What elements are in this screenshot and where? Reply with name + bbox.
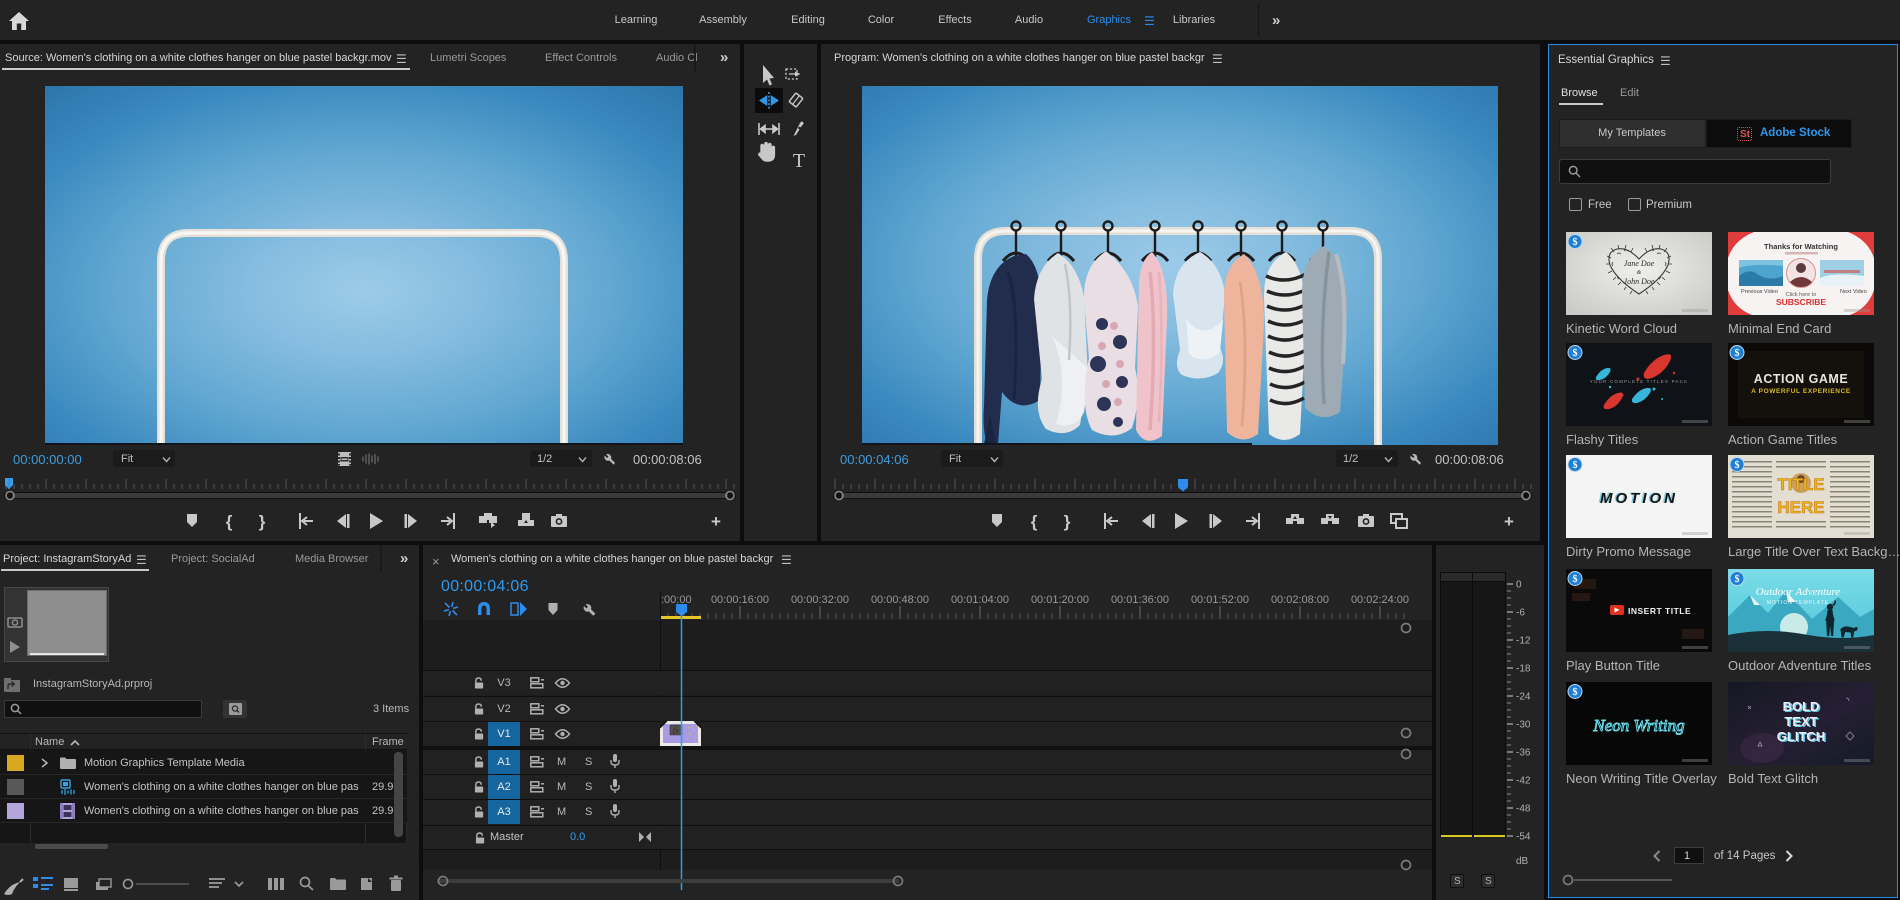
svg-text:SUBSCRIBE: SUBSCRIBE (1776, 297, 1826, 307)
svg-text:{: { (226, 512, 233, 531)
svg-text:00:02:08:00: 00:02:08:00 (1271, 594, 1329, 606)
svg-text:HERE: HERE (1777, 498, 1824, 517)
svg-text:0: 0 (1516, 580, 1522, 591)
svg-text:}: } (259, 512, 266, 531)
svg-text:$: $ (1573, 348, 1578, 359)
svg-text:GLITCH: GLITCH (1777, 729, 1825, 744)
svg-text:-18: -18 (1516, 664, 1531, 675)
svg-text:-36: -36 (1516, 748, 1531, 759)
svg-text:A POWERFUL EXPERIENCE: A POWERFUL EXPERIENCE (1751, 388, 1851, 395)
svg-text:-30: -30 (1516, 720, 1531, 731)
svg-text:$: $ (1735, 348, 1740, 359)
svg-text:-54: -54 (1516, 832, 1531, 843)
svg-text:John Doe: John Doe (1624, 277, 1655, 286)
svg-text:YOUR COMPLETE TITLES PACK: YOUR COMPLETE TITLES PACK (1590, 379, 1689, 384)
svg-text:00:00:16:00: 00:00:16:00 (711, 594, 769, 606)
svg-text:Next Video: Next Video (1840, 289, 1867, 295)
svg-text:$: $ (1735, 460, 1740, 471)
svg-text:}: } (1064, 512, 1071, 531)
svg-text:MOTION TEMPLATE: MOTION TEMPLATE (1767, 600, 1829, 606)
svg-text:-42: -42 (1516, 776, 1531, 787)
svg-text:00:00:48:00: 00:00:48:00 (871, 594, 929, 606)
svg-text:00:00:32:00: 00:00:32:00 (791, 594, 849, 606)
svg-text:T: T (793, 150, 805, 172)
svg-text:00:02:24:00: 00:02:24:00 (1351, 594, 1409, 606)
svg-text:&: & (1637, 270, 1642, 276)
svg-text:{: { (1031, 512, 1038, 531)
svg-text:ACTION GAME: ACTION GAME (1754, 372, 1848, 386)
svg-text:Jane Doe: Jane Doe (1624, 259, 1655, 268)
svg-text:-12: -12 (1516, 636, 1531, 647)
svg-text:Previous Video: Previous Video (1741, 289, 1778, 295)
svg-text:$: $ (1735, 574, 1740, 585)
svg-text:00:01:20:00: 00:01:20:00 (1031, 594, 1089, 606)
svg-text:dB: dB (1516, 856, 1529, 867)
svg-text:-6: -6 (1516, 608, 1525, 619)
svg-text:-48: -48 (1516, 804, 1531, 815)
svg-text:00:01:04:00: 00:01:04:00 (951, 594, 1009, 606)
svg-text:-24: -24 (1516, 692, 1531, 703)
svg-text:$: $ (1573, 687, 1578, 698)
svg-text:Thanks for Watching: Thanks for Watching (1764, 242, 1838, 251)
svg-text:$: $ (1573, 460, 1578, 471)
svg-text:$: $ (1573, 237, 1578, 248)
svg-text:Outdoor Adventure: Outdoor Adventure (1756, 586, 1841, 598)
svg-text:TITLE: TITLE (1777, 475, 1824, 494)
svg-text:$: $ (1573, 574, 1578, 585)
svg-text:MOTION: MOTION (1600, 490, 1678, 507)
svg-text:Neon Writing: Neon Writing (1592, 716, 1684, 735)
svg-text:00:01:36:00: 00:01:36:00 (1111, 594, 1169, 606)
svg-text:INSERT TITLE: INSERT TITLE (1628, 606, 1691, 616)
svg-text:BOLD: BOLD (1783, 699, 1820, 714)
svg-text:TEXT: TEXT (1784, 714, 1817, 729)
svg-text:00:01:52:00: 00:01:52:00 (1191, 594, 1249, 606)
